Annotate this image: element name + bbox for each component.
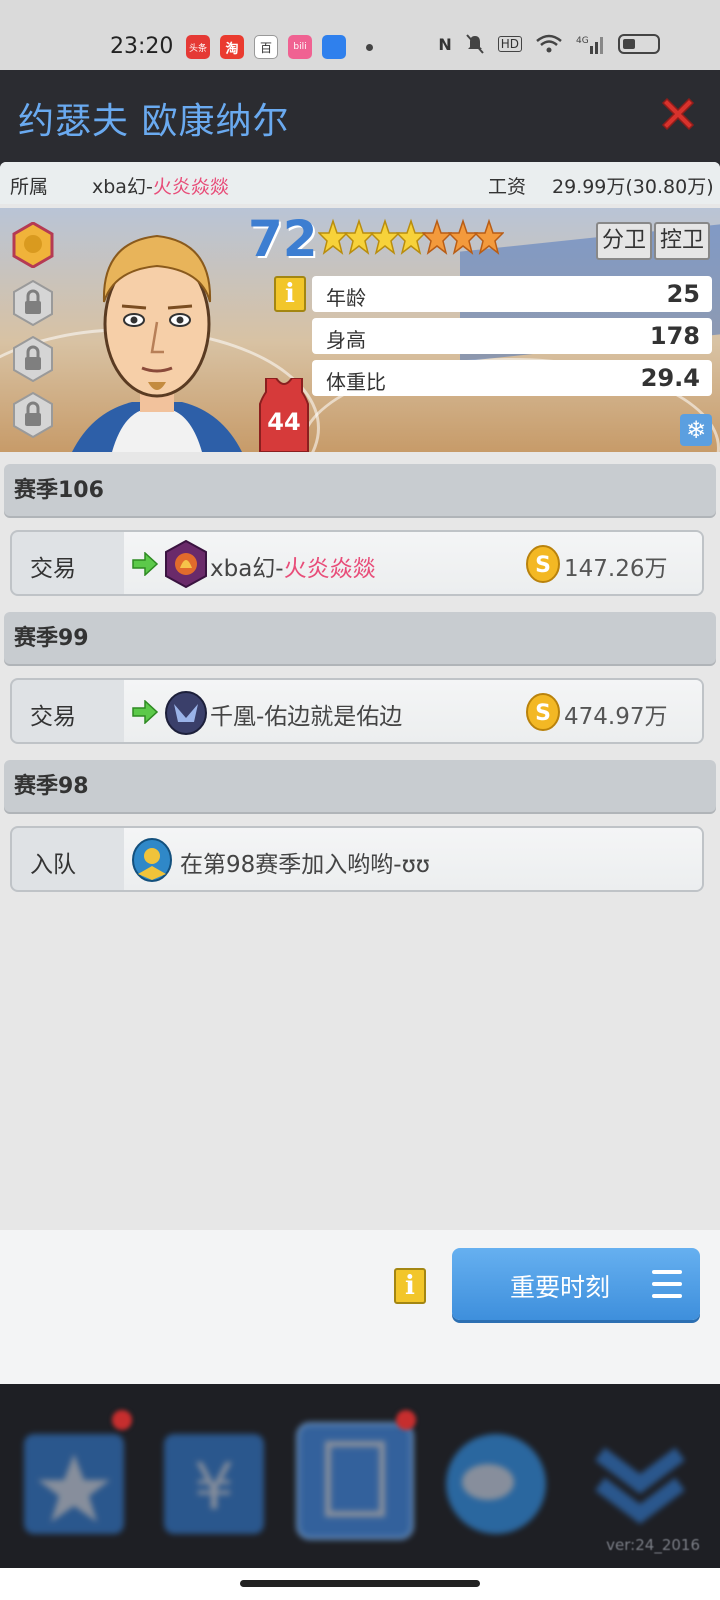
important-moments-button[interactable]: 重要时刻 xyxy=(452,1248,700,1320)
season-event-row[interactable]: 交易 xba幻-火炎焱燚 S 147.26万 xyxy=(10,530,704,596)
player-detail-panel: 所属 xba幻-火炎焱燚 工资 29.99万(30.80万) 44 72 分卫 … xyxy=(0,162,720,1384)
event-body: 在第98赛季加入哟哟-ʊʊ xyxy=(124,828,702,890)
important-moments-label: 重要时刻 xyxy=(510,1273,611,1302)
team-logo-icon xyxy=(132,838,172,882)
game-bottom-nav: ¥ ver:24_2016 xyxy=(0,1384,720,1568)
stat-age: 年龄 25 xyxy=(312,276,712,312)
team-highlight: 火炎焱燚 xyxy=(152,176,229,198)
menu-icon xyxy=(652,1270,682,1298)
blue-app-icon xyxy=(322,35,346,59)
version-label: ver:24_2016 xyxy=(606,1536,700,1554)
event-team-name: 千凰-佑边就是佑边 xyxy=(210,704,403,730)
season-header: 赛季106 xyxy=(4,464,716,516)
battery-icon xyxy=(618,34,660,54)
team-info-row: 所属 xba幻-火炎焱燚 工资 29.99万(30.80万) xyxy=(0,162,720,204)
locked-slot-icon[interactable] xyxy=(12,280,54,326)
info-icon[interactable]: i xyxy=(274,276,306,312)
team-logo-icon xyxy=(165,691,207,735)
baidu-icon: 百 xyxy=(254,35,278,59)
star-rating xyxy=(318,218,504,260)
taobao-icon: 淘 xyxy=(220,35,244,59)
locked-slot-icon[interactable] xyxy=(12,336,54,382)
transfer-amount: 474.97万 xyxy=(564,704,668,730)
position-tag-pg: 控卫 xyxy=(654,222,711,260)
svg-text:4G: 4G xyxy=(576,36,589,46)
action-bar: i 重要时刻 xyxy=(0,1230,720,1384)
jersey-number: 44 xyxy=(267,408,300,436)
svg-text:¥: ¥ xyxy=(194,1451,235,1525)
svg-text:S: S xyxy=(535,701,551,726)
player-card: 44 72 分卫 控卫 i 年龄 25 身高 178 体重比 29.4 ❄ xyxy=(0,208,720,452)
moments-info-icon[interactable]: i xyxy=(394,1268,426,1304)
bilibili-icon: bili xyxy=(288,35,312,59)
season-header: 赛季99 xyxy=(4,612,716,664)
svg-text:S: S xyxy=(535,553,551,578)
event-type: 交易 xyxy=(30,704,76,730)
notification-icons: 头条 淘 百 bili xyxy=(186,35,373,59)
nav-court-icon[interactable] xyxy=(292,1414,418,1544)
notification-dot xyxy=(396,1410,416,1430)
stat-value: 29.4 xyxy=(640,364,700,392)
stat-weight-ratio: 体重比 29.4 xyxy=(312,360,712,396)
star-icon xyxy=(474,218,504,255)
coin-icon: S xyxy=(526,693,560,731)
more-notifications-dot xyxy=(366,43,373,51)
nfc-icon: N xyxy=(438,34,452,54)
stat-value: 178 xyxy=(649,322,700,350)
mute-icon xyxy=(465,34,484,54)
event-team-prefix: xba幻- xyxy=(210,556,284,582)
hd-icon: HD xyxy=(497,36,522,52)
locked-slot-icon[interactable] xyxy=(12,392,54,438)
event-body: xba幻-火炎焱燚 S 147.26万 xyxy=(124,532,702,594)
jersey-icon: 44 xyxy=(259,378,309,452)
nav-more-icon[interactable] xyxy=(580,1414,700,1544)
player-avatar xyxy=(72,234,242,452)
salary-value: 29.99万(30.80万) xyxy=(552,176,714,198)
event-type: 入队 xyxy=(30,852,76,878)
event-body: 千凰-佑边就是佑边 S 474.97万 xyxy=(124,680,702,742)
title-bar: 约瑟夫 欧康纳尔 xyxy=(0,70,720,162)
transfer-arrow-icon xyxy=(132,700,158,724)
player-name-title: 约瑟夫 欧康纳尔 xyxy=(18,101,290,142)
event-type: 交易 xyxy=(30,556,76,582)
transfer-arrow-icon xyxy=(132,552,158,576)
team-label: 所属 xyxy=(10,176,49,198)
team-prefix: xba幻- xyxy=(92,176,153,198)
snowflake-icon[interactable]: ❄ xyxy=(680,414,712,446)
event-team: xba幻-火炎焱燚 xyxy=(210,549,376,583)
season-event-row[interactable]: 交易 千凰-佑边就是佑边 S 474.97万 xyxy=(10,678,704,744)
event-team: 千凰-佑边就是佑边 xyxy=(210,697,402,731)
status-bar: 23:20 头条 淘 百 bili N HD 4G xyxy=(0,0,720,70)
stat-label: 身高 xyxy=(326,328,366,352)
home-indicator[interactable] xyxy=(240,1580,480,1587)
system-home-bar xyxy=(0,1568,720,1600)
wifi-icon xyxy=(536,34,562,53)
stat-height: 身高 178 xyxy=(312,318,712,354)
status-time: 23:20 xyxy=(110,34,174,59)
player-rating: 72 xyxy=(248,210,318,268)
signal-icon: 4G xyxy=(576,36,603,54)
nav-chat-icon[interactable] xyxy=(436,1414,556,1544)
close-icon[interactable] xyxy=(658,94,698,134)
team-name: xba幻-火炎焱燚 xyxy=(92,172,229,199)
event-team-name: 火炎焱燚 xyxy=(283,556,376,582)
team-logo-icon xyxy=(165,540,207,588)
season-header: 赛季98 xyxy=(4,760,716,812)
position-tag-sg: 分卫 xyxy=(596,222,653,260)
coin-icon: S xyxy=(526,545,560,583)
notification-dot xyxy=(112,1410,132,1430)
event-description: 在第98赛季加入哟哟-ʊʊ xyxy=(180,852,430,878)
nav-money-icon[interactable]: ¥ xyxy=(154,1414,274,1544)
news-app-icon: 头条 xyxy=(186,35,210,59)
season-event-row[interactable]: 入队 在第98赛季加入哟哟-ʊʊ xyxy=(10,826,704,892)
salary-label: 工资 xyxy=(488,176,527,198)
stat-label: 年龄 xyxy=(326,286,366,310)
transfer-amount: 147.26万 xyxy=(564,556,668,582)
stat-value: 25 xyxy=(666,280,700,308)
nav-star-icon[interactable] xyxy=(14,1414,134,1544)
stat-label: 体重比 xyxy=(326,370,386,394)
system-icons: N HD 4G xyxy=(438,34,660,54)
player-skill-badge[interactable] xyxy=(12,222,54,268)
